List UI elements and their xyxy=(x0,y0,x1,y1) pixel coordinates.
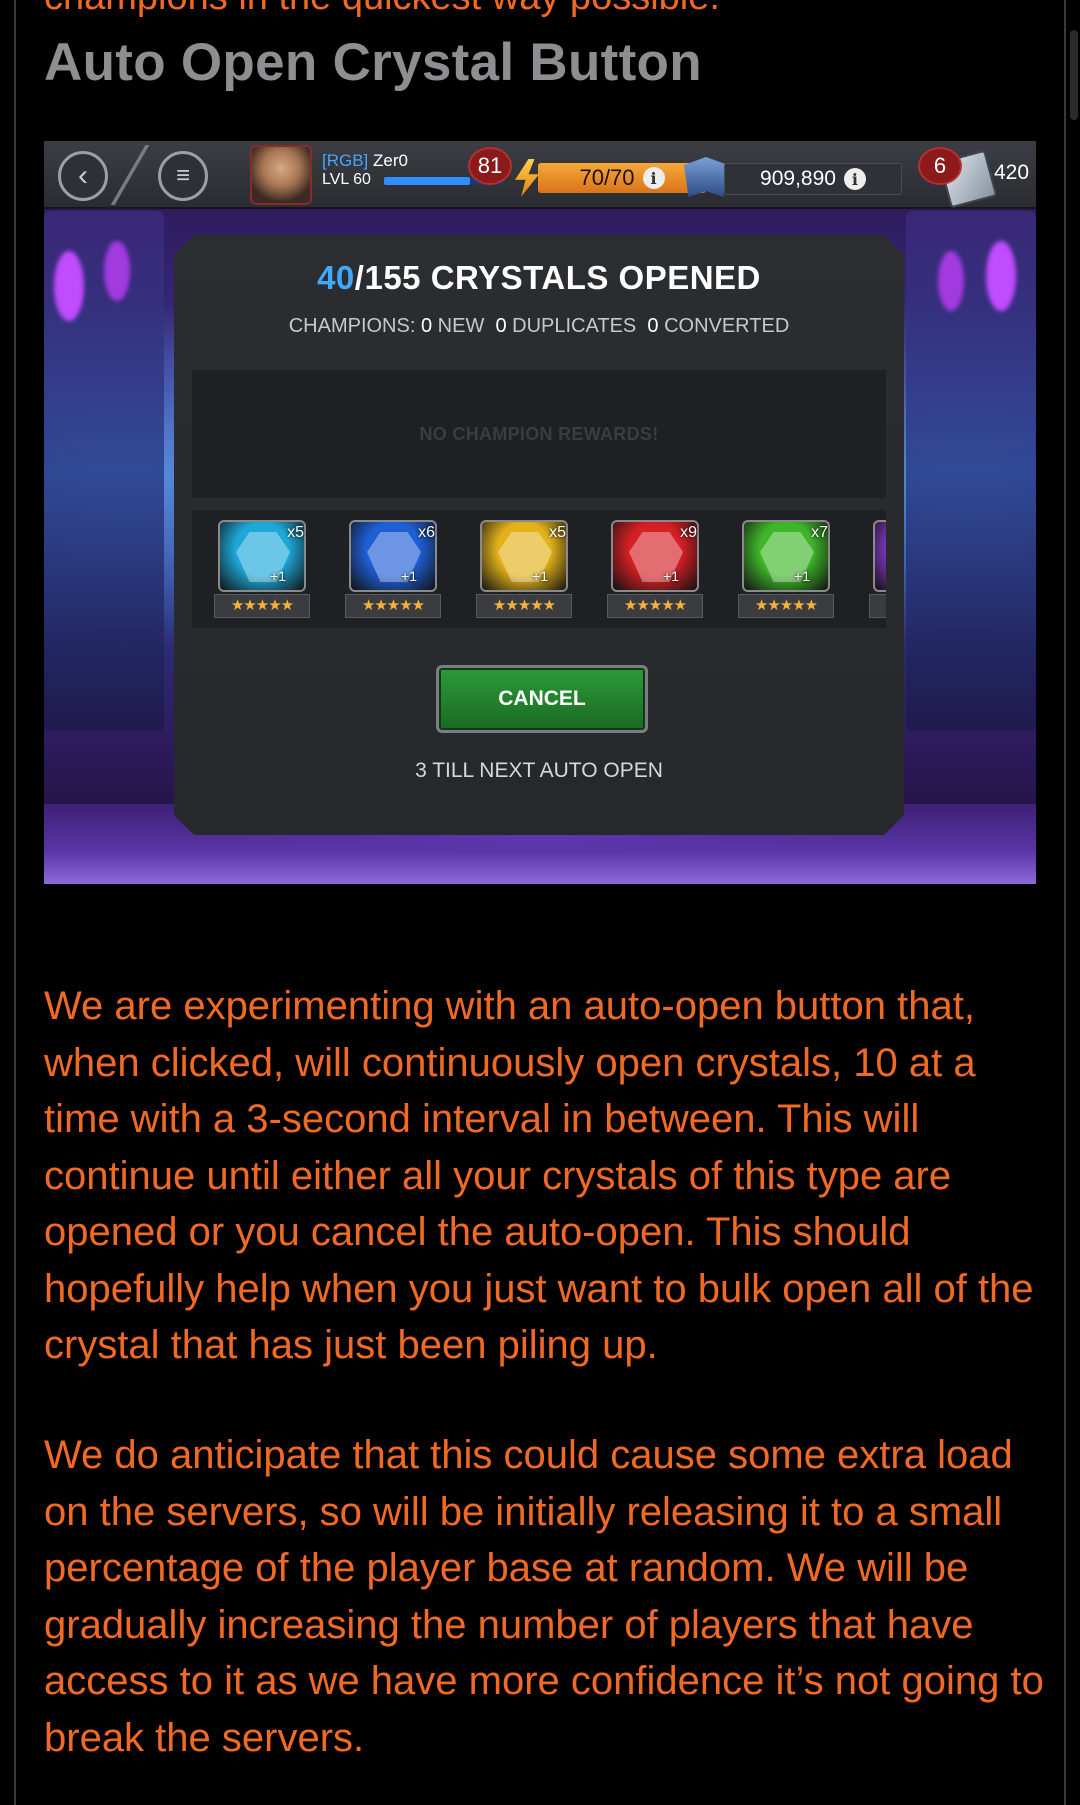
star-rating: ★★★★★ xyxy=(345,594,441,618)
duplicates-label: DUPLICATES xyxy=(512,315,637,337)
crystal-reward-item: x9 +1 ★★★★★ xyxy=(607,518,703,622)
star-rating: ★★★★★ xyxy=(214,594,310,618)
game-top-bar: ‹ ≡ [RGB] Zer0 LVL 60 81 70/70 i 909,890… xyxy=(44,141,1036,209)
player-tag: [RGB] xyxy=(322,151,369,170)
game-screenshot: ‹ ≡ [RGB] Zer0 LVL 60 81 70/70 i 909,890… xyxy=(44,141,1036,884)
player-name: [RGB] Zer0 xyxy=(322,151,408,171)
star-rating: ★★★★★ xyxy=(476,594,572,618)
crystal-reward-item: ★ xyxy=(869,518,886,622)
crystal-bonus: +1 xyxy=(663,568,679,584)
crystal-count: x9 xyxy=(680,524,697,541)
crystal-reward-item: x6 +1 ★★★★★ xyxy=(345,518,441,622)
crystal-opening-dialog: 40/155 CRYSTALS OPENED CHAMPIONS: 0 NEW … xyxy=(174,235,904,835)
divider xyxy=(110,145,150,205)
converted-label: CONVERTED xyxy=(664,315,790,337)
crystal-bonus: +1 xyxy=(270,568,286,584)
star-rating: ★★★★★ xyxy=(738,594,834,618)
paragraph-1: We are experimenting with an auto-open b… xyxy=(44,984,1034,1367)
crystal-icon xyxy=(873,520,886,592)
gold-meter[interactable]: 909,890 i xyxy=(724,163,902,195)
info-icon[interactable]: i xyxy=(843,168,866,190)
next-auto-open-note: 3 TILL NEXT AUTO OPEN xyxy=(415,759,663,782)
info-icon[interactable]: i xyxy=(642,167,665,189)
crystal-count: x5 xyxy=(287,524,304,541)
background-light-left-2 xyxy=(104,241,130,301)
frame-left-border xyxy=(14,0,16,1805)
crystal-rewards-row: x5 +1 ★★★★★ x6 +1 ★★★★★ x5 +1 ★★★★★ x9 +1 ★★★★★ x7 +1… xyxy=(192,510,886,628)
new-label: NEW xyxy=(437,315,485,337)
previous-paragraph-fragment: champions in the quickest way possible. xyxy=(44,0,720,19)
player-level: LVL 60 xyxy=(322,171,371,188)
units-value[interactable]: 420 xyxy=(994,161,1029,185)
frame-right-border xyxy=(1064,0,1066,1805)
background-light-right xyxy=(986,241,1016,311)
units-badge[interactable]: 6 xyxy=(918,147,962,185)
crystal-reward-item: x5 +1 ★★★★★ xyxy=(476,518,572,622)
crystal-count: x6 xyxy=(418,524,435,541)
dialog-title: 40/155 CRYSTALS OPENED xyxy=(174,259,904,297)
crystal-reward-item: x7 +1 ★★★★★ xyxy=(738,518,834,622)
stats-prefix: CHAMPIONS: xyxy=(288,315,416,337)
star-rating: ★★★★★ xyxy=(607,594,703,618)
notification-badge[interactable]: 81 xyxy=(468,147,512,185)
duplicates-count: 0 xyxy=(495,315,507,337)
crystal-bonus: +1 xyxy=(401,568,417,584)
chevron-left-icon: ‹ xyxy=(78,159,88,192)
avatar[interactable] xyxy=(250,145,312,205)
total-label: /155 CRYSTALS OPENED xyxy=(354,259,761,296)
energy-meter[interactable]: 70/70 i xyxy=(538,163,706,193)
back-button[interactable]: ‹ xyxy=(58,151,108,201)
crystal-bonus: +1 xyxy=(532,568,548,584)
energy-value: 70/70 xyxy=(579,165,635,190)
no-rewards-message: NO CHAMPION REWARDS! xyxy=(419,423,659,444)
star-rating: ★ xyxy=(869,594,886,618)
crystal-count: x5 xyxy=(549,524,566,541)
player-name-text: Zer0 xyxy=(373,151,408,170)
crystal-reward-item: x5 +1 ★★★★★ xyxy=(214,518,310,622)
cancel-button[interactable]: CANCEL xyxy=(436,665,648,733)
background-light-right-2 xyxy=(938,251,964,311)
new-count: 0 xyxy=(420,315,433,337)
background-light-left xyxy=(54,251,84,321)
converted-count: 0 xyxy=(647,315,659,337)
gold-value: 909,890 xyxy=(760,167,836,190)
crystal-count: x7 xyxy=(811,524,828,541)
gold-icon xyxy=(684,157,728,197)
opened-count: 40 xyxy=(317,259,355,296)
champion-stats: CHAMPIONS: 0 NEW 0 DUPLICATES 0 CONVERTE… xyxy=(174,315,904,338)
xp-bar-fill xyxy=(384,177,471,185)
crystal-bonus: +1 xyxy=(794,568,810,584)
champion-rewards-panel: NO CHAMPION REWARDS! xyxy=(192,370,886,498)
background-pillar-right xyxy=(906,211,1036,731)
scrollbar-thumb[interactable] xyxy=(1070,30,1078,120)
menu-icon: ≡ xyxy=(175,162,190,189)
section-title: Auto Open Crystal Button xyxy=(44,33,702,92)
paragraph-2: We do anticipate that this could cause s… xyxy=(44,1433,1044,1760)
menu-button[interactable]: ≡ xyxy=(158,151,208,201)
